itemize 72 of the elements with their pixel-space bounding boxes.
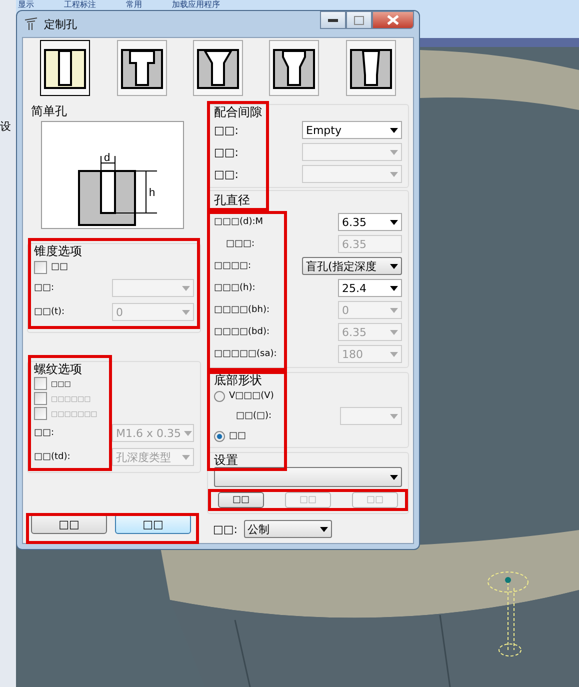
caret-icon <box>390 330 398 334</box>
radio-button[interactable] <box>214 430 225 442</box>
menu-item[interactable]: 显示 <box>18 0 34 10</box>
minimize-icon <box>328 18 338 22</box>
menu-item[interactable]: 常用 <box>126 0 142 10</box>
caret-icon <box>390 150 398 154</box>
caret-icon <box>390 308 398 312</box>
dropdown-field[interactable]: 公制 <box>244 520 332 538</box>
caret-icon <box>182 286 190 290</box>
hole-type-button[interactable] <box>192 40 243 96</box>
field-label: □□: <box>34 283 54 293</box>
caret-icon <box>390 414 398 418</box>
field-label: □□: <box>213 522 238 536</box>
radio-button[interactable] <box>214 390 225 402</box>
hole-diagram: d h <box>41 121 184 229</box>
side-label: 设 <box>0 119 11 134</box>
dropdown-field[interactable]: Empty <box>302 121 402 139</box>
radio-label: V□□□(V) <box>229 391 274 401</box>
dropdown-field[interactable]: 25.4 <box>338 279 402 297</box>
group-title: 配合间隙 <box>214 105 262 119</box>
hole-type-button[interactable] <box>346 40 396 96</box>
dropdown-field[interactable] <box>214 467 402 487</box>
hole-type-button[interactable] <box>269 40 320 96</box>
caret-icon <box>390 128 398 132</box>
field-label: □□□□□(sa): <box>214 349 277 359</box>
dialog-button[interactable]: □□ <box>31 514 107 534</box>
group-title: 设置 <box>214 453 238 467</box>
field-label: □□: <box>34 428 54 438</box>
field-label: □□□(d):M <box>214 217 264 227</box>
field-label: □□: <box>214 146 238 158</box>
caret-icon <box>390 172 398 176</box>
checkbox[interactable] <box>34 377 47 390</box>
group-title: 底部形状 <box>214 373 262 387</box>
hole-icon <box>24 17 38 31</box>
group-title: 孔直径 <box>214 193 250 207</box>
caret-icon <box>390 474 398 480</box>
field-label: □□□□: <box>214 261 252 271</box>
field-label: □□□: <box>225 239 255 249</box>
group-title: 锥度选项 <box>34 244 82 258</box>
field-label: □□□□(bd): <box>214 327 270 337</box>
caret-icon <box>390 264 398 268</box>
caret-icon <box>390 286 398 290</box>
field-label: □□□(h): <box>214 283 256 293</box>
maximize-icon <box>354 16 364 24</box>
group-title: 螺纹选项 <box>34 362 82 376</box>
field-label: □□(t): <box>34 307 65 317</box>
caret-icon <box>184 430 192 436</box>
radio-label: □□ <box>229 431 246 441</box>
group-title: 简单孔 <box>31 104 67 118</box>
field-label: □□□□(bh): <box>214 305 270 315</box>
checkbox-label: □□ <box>51 262 68 272</box>
close-icon <box>387 15 399 25</box>
window-title: 定制孔 <box>44 16 77 32</box>
field-label: □□: <box>214 168 238 180</box>
caret-icon <box>390 220 398 224</box>
field-label: □□: <box>214 124 238 136</box>
field-label: □□(td): <box>34 452 70 462</box>
dropdown-button[interactable]: 盲孔(指定深度 <box>302 257 402 275</box>
caret-icon <box>182 454 190 460</box>
menu-item[interactable]: 工程标注 <box>64 0 96 10</box>
checkbox[interactable] <box>34 260 47 274</box>
caret-icon <box>182 310 190 314</box>
field-label: □□(□): <box>235 411 272 421</box>
dialog-button[interactable]: □□ <box>115 514 191 534</box>
settings-button[interactable]: □□ <box>218 492 264 508</box>
hole-type-button[interactable] <box>116 40 167 96</box>
caret-icon <box>390 352 398 356</box>
close-button[interactable] <box>372 11 414 29</box>
menu-item[interactable]: 加载应用程序 <box>172 0 220 10</box>
minimize-button[interactable] <box>320 11 346 29</box>
dropdown-field[interactable]: 6.35 <box>338 213 402 231</box>
hole-type-button[interactable] <box>40 40 90 96</box>
